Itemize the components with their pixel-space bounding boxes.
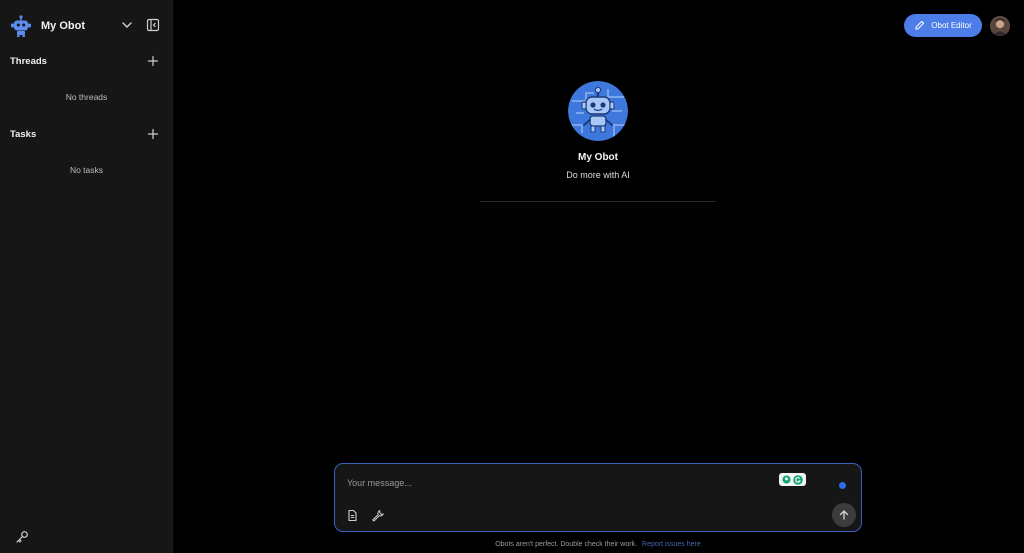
wrench-icon[interactable]	[371, 509, 384, 522]
bot-avatar	[568, 81, 628, 141]
pencil-icon	[915, 20, 925, 30]
bot-name: My Obot	[578, 152, 618, 163]
app-name: My Obot	[41, 20, 85, 32]
user-avatar-image	[990, 16, 1010, 36]
chevron-down-icon[interactable]	[121, 19, 133, 31]
sidebar: My Obot Threads No threads Tasks No task…	[0, 0, 173, 553]
robot-avatar-icon	[568, 81, 628, 141]
message-composer	[334, 463, 862, 532]
location-pin-icon	[782, 475, 791, 484]
grammar-check-icon	[793, 474, 803, 485]
add-thread-plus-icon[interactable]	[147, 55, 159, 67]
message-input[interactable]	[347, 478, 767, 488]
app-switcher[interactable]: My Obot	[9, 14, 85, 38]
sidebar-collapse-icon[interactable]	[146, 18, 160, 32]
threads-empty-message: No threads	[65, 92, 108, 102]
key-icon[interactable]	[15, 530, 29, 544]
tasks-title: Tasks	[10, 129, 37, 140]
obot-editor-label: Obot Editor	[931, 21, 972, 30]
obot-editor-button[interactable]: Obot Editor	[904, 14, 982, 37]
bot-description: Do more with AI	[566, 170, 630, 180]
add-task-plus-icon[interactable]	[147, 128, 159, 140]
send-button[interactable]	[832, 503, 856, 527]
footer-disclaimer: Obots aren't perfect. Double check their…	[495, 541, 638, 548]
robot-logo-icon	[11, 15, 31, 37]
tasks-empty-message: No tasks	[69, 165, 104, 175]
threads-title: Threads	[10, 56, 47, 67]
arrow-up-icon	[839, 510, 849, 520]
divider	[480, 201, 716, 202]
user-avatar[interactable]	[990, 16, 1010, 36]
status-dot	[839, 482, 846, 489]
extension-badge[interactable]	[779, 473, 806, 486]
report-issues-link[interactable]: Report issues here	[642, 541, 701, 548]
footer-note: Obots aren't perfect. Double check their…	[334, 541, 862, 548]
file-icon[interactable]	[346, 509, 359, 522]
